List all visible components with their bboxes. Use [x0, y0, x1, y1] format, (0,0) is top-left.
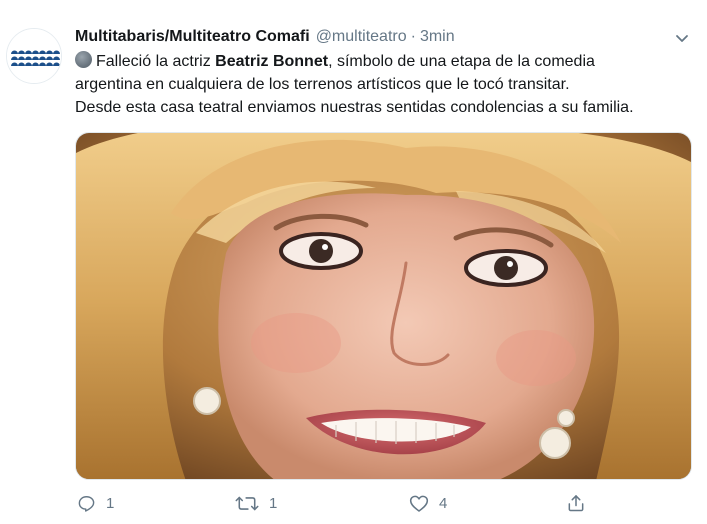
- timestamp[interactable]: 3min: [420, 24, 455, 50]
- retweet-button[interactable]: 1: [235, 488, 277, 518]
- tweet-text-segment: Falleció la actriz: [96, 53, 216, 70]
- tweet-text: Falleció la actriz Beatriz Bonnet, símbo…: [75, 50, 700, 119]
- tweet-text-segment: , símbolo de una etapa de la comedia: [328, 53, 595, 70]
- tweet-photo[interactable]: [75, 132, 692, 480]
- multiteatro-logo: [7, 29, 61, 83]
- share-button[interactable]: [566, 488, 586, 518]
- gray-circle-emoji: [75, 51, 92, 68]
- reply-button[interactable]: 1: [77, 488, 114, 518]
- heart-icon: [409, 495, 429, 512]
- tweet-text-line-2: argentina en cualquiera de los terrenos …: [75, 76, 570, 93]
- tweet-card[interactable]: Multitabaris/Multiteatro Comafi @multite…: [0, 0, 707, 524]
- like-count: 4: [439, 494, 448, 512]
- reply-icon: [78, 495, 95, 512]
- display-name[interactable]: Multitabaris/Multiteatro Comafi: [75, 24, 310, 50]
- chevron-down-icon[interactable]: [672, 28, 692, 48]
- like-button[interactable]: 4: [409, 488, 447, 518]
- retweet-count: 1: [269, 494, 278, 512]
- share-icon: [568, 495, 584, 512]
- avatar[interactable]: [6, 28, 62, 84]
- retweet-icon: [235, 496, 259, 510]
- portrait-photo: [76, 133, 691, 479]
- tweet-text-bold-name: Beatriz Bonnet: [215, 53, 329, 70]
- user-handle[interactable]: @multiteatro: [316, 24, 407, 50]
- tweet-header: Multitabaris/Multiteatro Comafi @multite…: [75, 24, 455, 50]
- tweet-text-line-1: Falleció la actriz Beatriz Bonnet, símbo…: [75, 50, 700, 73]
- tweet-actions: 1 1 4: [75, 488, 692, 518]
- reply-count: 1: [106, 494, 115, 512]
- tweet-text-line-3: Desde esta casa teatral enviamos nuestra…: [75, 99, 634, 116]
- separator-dot: ·: [410, 28, 416, 45]
